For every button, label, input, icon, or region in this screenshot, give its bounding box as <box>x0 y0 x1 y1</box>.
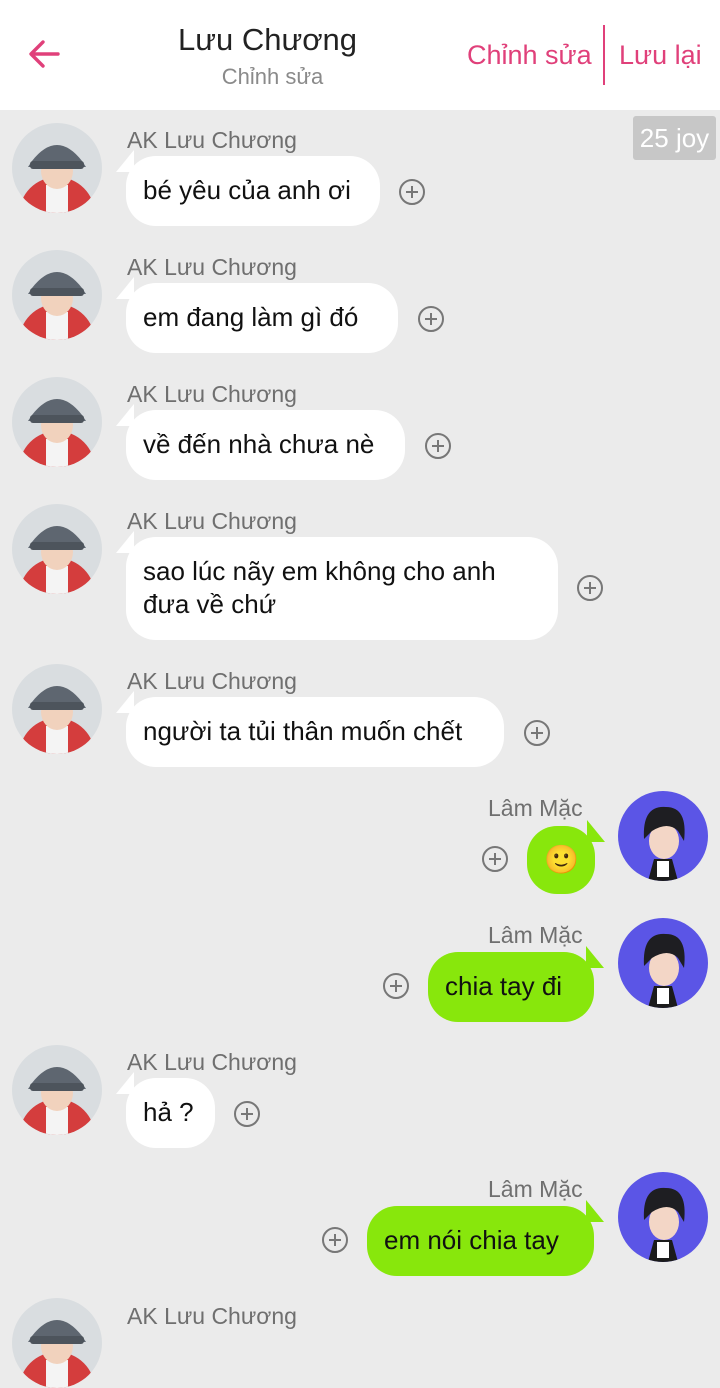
avatar-luu-chuong[interactable] <box>12 664 102 754</box>
bubble-tail <box>587 820 605 842</box>
add-reaction-icon[interactable] <box>481 845 509 873</box>
sender-name: AK Lưu Chương <box>127 381 297 407</box>
sender-name: AK Lưu Chương <box>127 254 297 280</box>
avatar-lam-mac[interactable] <box>618 791 708 881</box>
add-reaction-icon[interactable] <box>398 178 426 206</box>
message-bubble[interactable]: hả ? <box>116 1072 215 1148</box>
message-text: về đến nhà chưa nè <box>143 429 375 459</box>
avatar-luu-chuong[interactable] <box>12 123 102 213</box>
add-reaction-icon[interactable] <box>417 305 445 333</box>
bubble-tail <box>116 404 134 426</box>
sender-name: AK Lưu Chương <box>127 1049 297 1075</box>
message-text: 🙂 <box>544 844 579 875</box>
add-reaction-icon[interactable] <box>424 432 452 460</box>
sender-name: Lâm Mặc <box>488 1176 583 1202</box>
avatar-luu-chuong[interactable] <box>12 504 102 594</box>
save-button[interactable]: Lưu lại <box>619 40 702 71</box>
bubble-tail <box>586 1200 604 1222</box>
avatar-luu-chuong[interactable] <box>12 377 102 467</box>
avatar-luu-chuong[interactable] <box>12 1045 102 1135</box>
bubble-tail <box>586 946 604 968</box>
message-bubble[interactable]: chia tay đi <box>428 946 604 1022</box>
bubble-tail <box>116 531 134 553</box>
chat-header: Lưu Chương Chỉnh sửa Chỉnh sửa Lưu lại <box>0 0 720 110</box>
sender-name: Lâm Mặc <box>488 922 583 948</box>
add-reaction-icon[interactable] <box>523 719 551 747</box>
avatar-lam-mac[interactable] <box>618 918 708 1008</box>
sender-name: AK Lưu Chương <box>127 508 297 534</box>
bubble-tail <box>116 150 134 172</box>
avatar-lam-mac[interactable] <box>618 1172 708 1262</box>
message-text: bé yêu của anh ơi <box>143 175 351 205</box>
chat-title: Lưu Chương <box>177 22 358 57</box>
bubble-tail <box>116 277 134 299</box>
message-bubble[interactable]: 🙂 <box>527 820 605 894</box>
sender-name: Lâm Mặc <box>488 795 583 821</box>
message-text: chia tay đi <box>445 971 563 1001</box>
message-text: em đang làm gì đó <box>143 302 359 332</box>
message-text: người ta tủi thân muốn chết <box>143 716 463 746</box>
header-divider <box>603 25 605 85</box>
add-reaction-icon[interactable] <box>576 574 604 602</box>
avatar-luu-chuong[interactable] <box>12 1298 102 1388</box>
message-bubble[interactable]: người ta tủi thân muốn chết <box>116 691 504 767</box>
message-text: hả ? <box>143 1097 194 1127</box>
bubble-tail <box>116 1072 134 1094</box>
avatar-luu-chuong[interactable] <box>12 250 102 340</box>
message-bubble[interactable]: sao lúc nãy em không cho anh đưa về chứ <box>116 531 558 640</box>
message-bubble[interactable]: em đang làm gì đó <box>116 277 398 353</box>
add-reaction-icon[interactable] <box>321 1226 349 1254</box>
add-reaction-icon[interactable] <box>233 1100 261 1128</box>
message-text: em nói chia tay <box>384 1225 559 1255</box>
chat-subtitle: Chỉnh sửa <box>221 64 324 89</box>
sender-name: AK Lưu Chương <box>127 1303 297 1329</box>
message-bubble[interactable]: em nói chia tay <box>367 1200 604 1276</box>
edit-button[interactable]: Chỉnh sửa <box>467 40 592 71</box>
message-text: sao lúc nãy em không cho anh đưa về chứ <box>143 556 496 619</box>
sender-name: AK Lưu Chương <box>127 127 297 153</box>
joy-badge: 25 joy <box>633 116 716 160</box>
message-bubble[interactable]: về đến nhà chưa nè <box>116 404 405 480</box>
sender-name: AK Lưu Chương <box>127 668 297 694</box>
message-bubble[interactable]: bé yêu của anh ơi <box>116 150 380 226</box>
add-reaction-icon[interactable] <box>382 972 410 1000</box>
bubble-tail <box>116 691 134 713</box>
